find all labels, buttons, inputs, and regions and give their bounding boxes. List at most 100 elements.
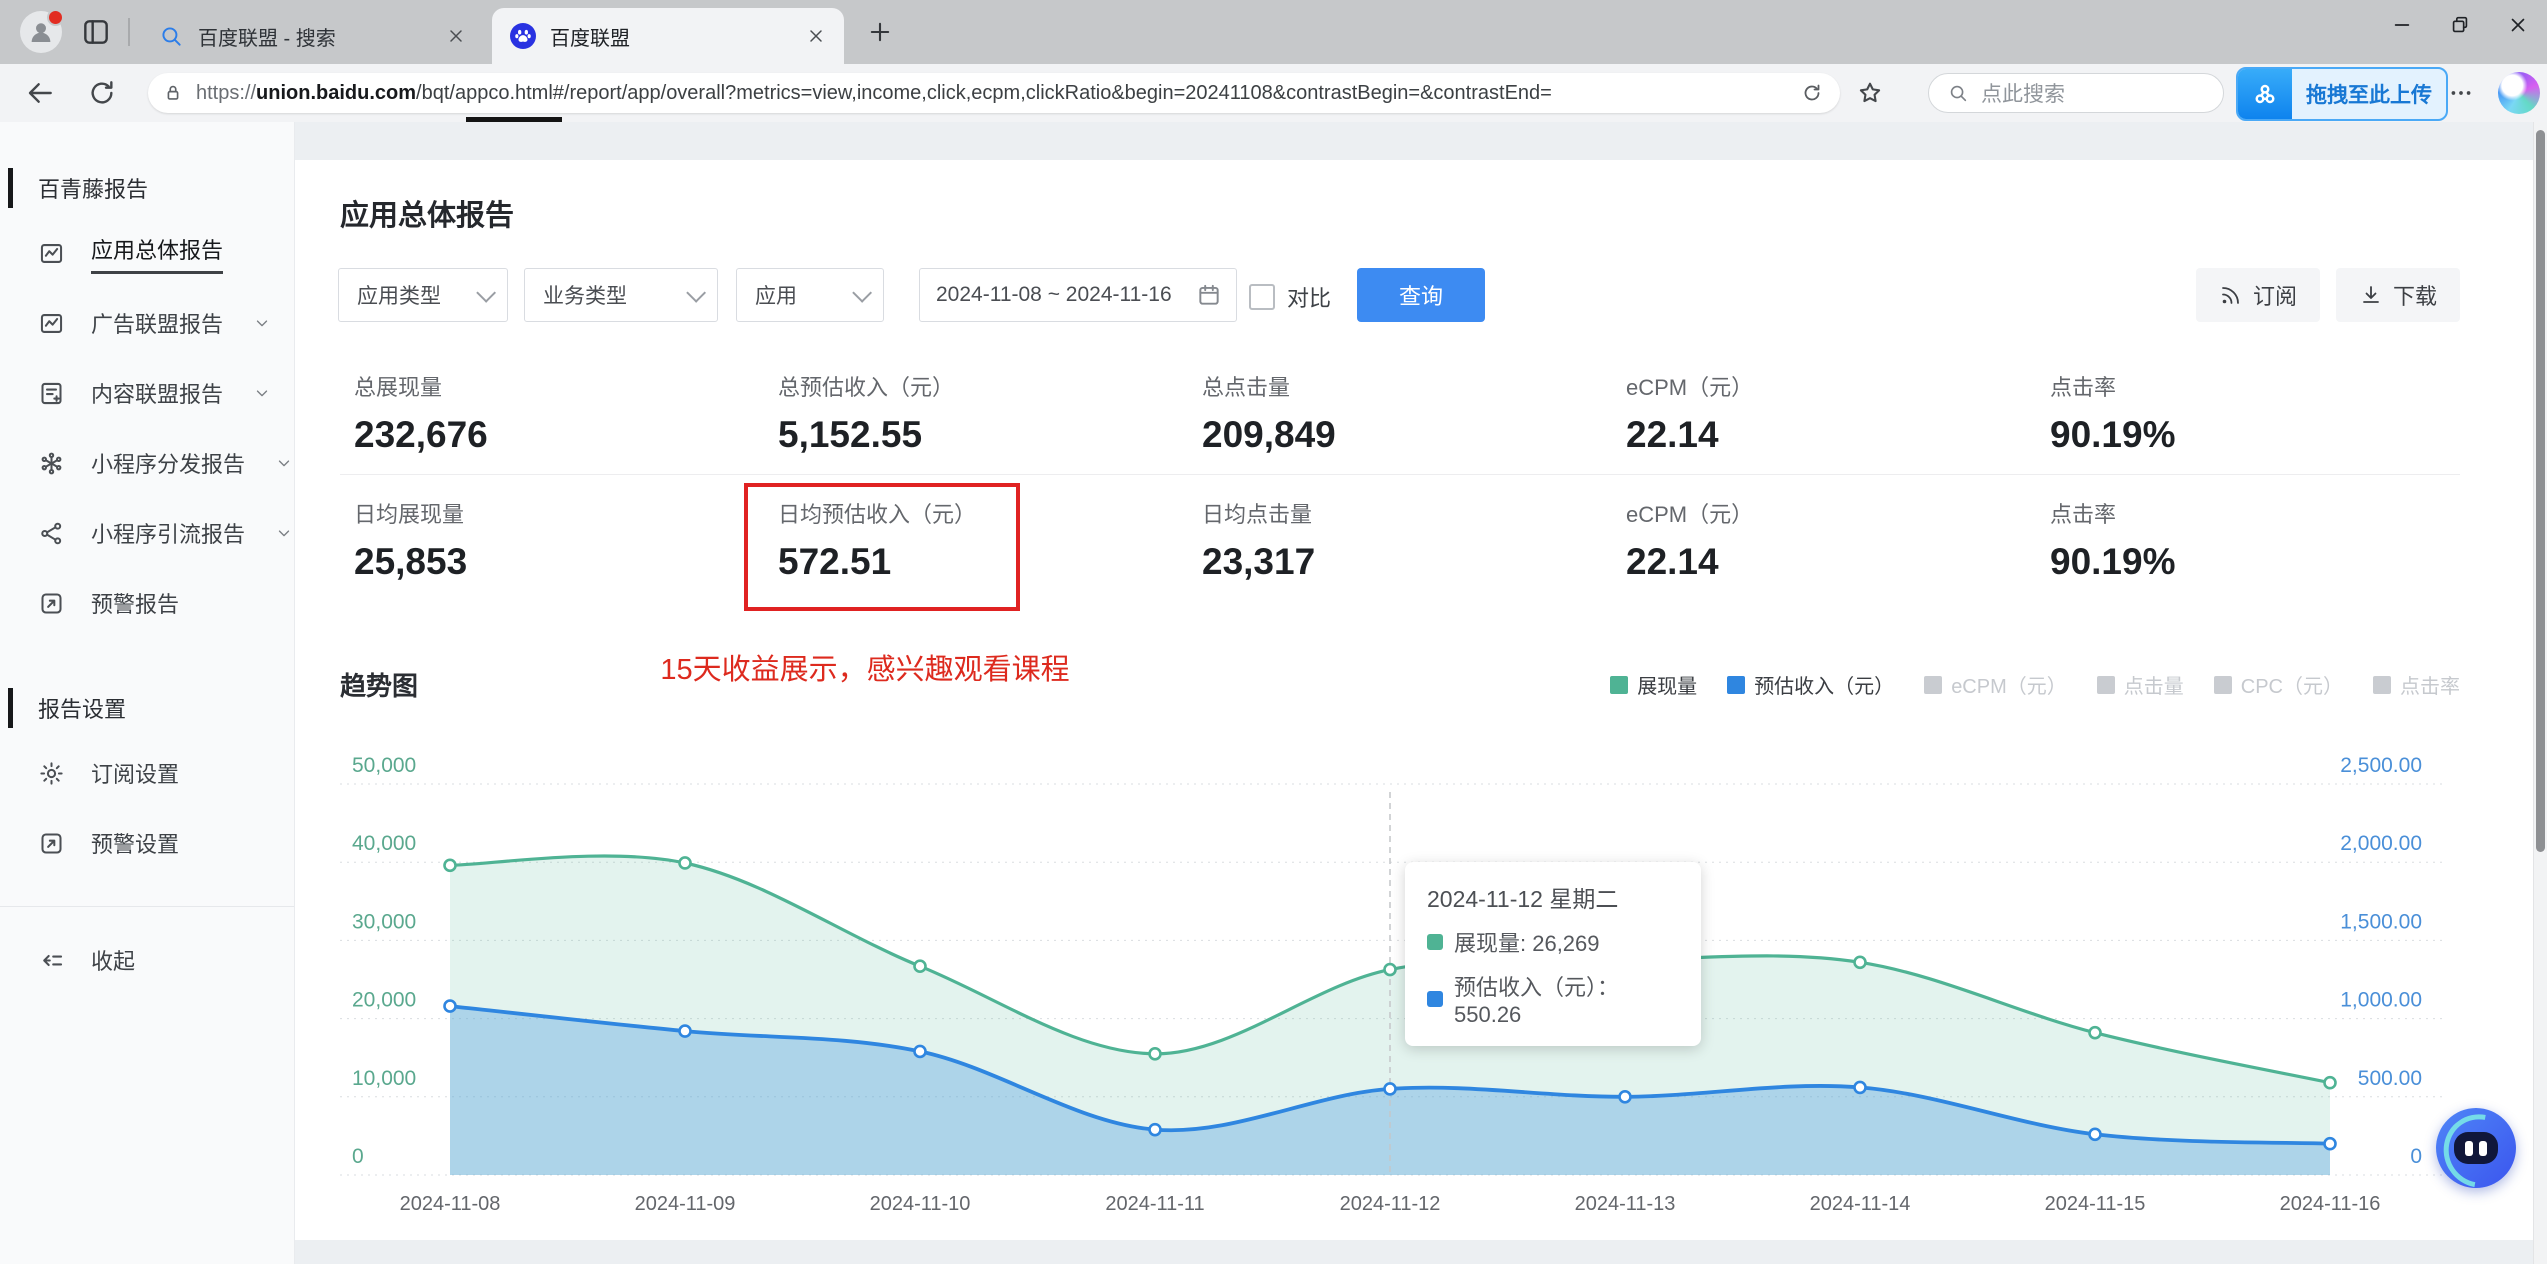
sidebar-item-subscription-settings[interactable]: 订阅设置 (0, 738, 294, 808)
compare-checkbox[interactable]: 对比 (1249, 281, 1331, 313)
copilot-icon[interactable] (2498, 72, 2540, 114)
gear-icon (40, 761, 63, 785)
sidebar-item-label: 内容联盟报告 (91, 382, 224, 407)
chart-tooltip: 2024-11-12 星期二 展现量: 26,269 预估收入（元）：550.26 (1405, 862, 1701, 1046)
stat-cell: 总展现量 232,676 (340, 370, 764, 456)
chevron-down-icon (256, 390, 268, 397)
tab-strip-divider (128, 18, 130, 46)
workspaces-icon[interactable] (80, 16, 112, 48)
close-window-button[interactable] (2489, 0, 2547, 50)
red-annotation-text: 15天收益展示，感兴趣观看课程 (660, 654, 1070, 686)
sidebar-item-ad-union-report[interactable]: 广告联盟报告 (0, 288, 294, 358)
sidebar-item-mini-program-distribution-report[interactable]: 小程序分发报告 (0, 428, 294, 498)
right-axis-tick: 2,000.00 (2340, 832, 2422, 855)
favorite-star-icon[interactable] (1856, 79, 1884, 107)
browser-menu-icon[interactable] (2448, 80, 2474, 106)
query-button[interactable]: 查询 (1357, 268, 1485, 322)
sidebar-item-label: 应用总体报告 (91, 233, 224, 274)
close-icon[interactable] (446, 26, 466, 46)
report-card: 应用总体报告 应用类型 业务类型 应用 2024-11-08 ~ 2024-11… (295, 160, 2533, 1240)
close-icon[interactable] (806, 26, 826, 46)
trend-chart[interactable]: 0 0 10,000 500.00 20,000 1,000.00 30,000 1,500.… (330, 740, 2470, 1240)
tooltip-swatch-icon (1427, 934, 1443, 950)
url-text: https://union.baidu.com/bqt/appco.html#/… (196, 81, 1552, 104)
netdisk-upload-button[interactable]: 拖拽至此上传 (2236, 67, 2448, 121)
data-point-marker (1383, 1082, 1397, 1096)
business-type-select[interactable]: 业务类型 (524, 268, 718, 322)
collapse-icon (43, 954, 63, 966)
stat-cell: 总点击量 209,849 (1188, 370, 1612, 456)
legend-item[interactable]: 预估收入（元） (1727, 670, 1894, 699)
tab-baidu-union[interactable]: 百度联盟 (492, 8, 844, 64)
chevron-down-icon (256, 320, 268, 327)
browser-search-box[interactable]: 点此搜索 (1928, 73, 2224, 113)
assistant-robot-button[interactable] (2436, 1108, 2516, 1188)
scrollbar-thumb[interactable] (2536, 130, 2545, 852)
profile-avatar[interactable] (20, 9, 64, 53)
data-point-marker (1148, 1046, 1162, 1061)
netdisk-upload-label: 拖拽至此上传 (2306, 84, 2432, 107)
stat-cell: eCPM（元） 22.14 (1612, 370, 2036, 456)
x-axis-label: 2024-11-15 (2045, 1193, 2146, 1215)
back-button[interactable] (24, 77, 56, 109)
robot-face-icon (2454, 1132, 2498, 1164)
sidebar-item-mini-program-referral-report[interactable]: 小程序引流报告 (0, 498, 294, 568)
stat-cell: 点击率 90.19% (2036, 370, 2460, 456)
refresh-button[interactable] (86, 77, 118, 109)
left-axis-tick: 50,000 (352, 754, 416, 777)
page-action-icon[interactable] (1800, 81, 1824, 105)
stat-value: 90.19% (2050, 414, 2176, 455)
stat-label: 日均展现量 (354, 502, 465, 527)
legend-label: eCPM（元） (1951, 676, 2067, 698)
legend-label: 点击率 (2400, 676, 2460, 698)
date-range-picker[interactable]: 2024-11-08 ~ 2024-11-16 (919, 268, 1237, 322)
legend-item[interactable]: 点击量 (2096, 670, 2184, 699)
page-scrollbar[interactable] (2533, 122, 2547, 1264)
stat-cell: eCPM（元） 22.14 (1612, 497, 2036, 583)
app-type-select[interactable]: 应用类型 (338, 268, 508, 322)
chart-title: 趋势图 (340, 671, 419, 701)
stat-value: 5,152.55 (778, 414, 923, 455)
legend-item[interactable]: eCPM（元） (1924, 670, 2067, 699)
x-axis-label: 2024-11-12 (1340, 1193, 1441, 1215)
restore-button[interactable] (2431, 0, 2489, 50)
data-point-marker (678, 1024, 692, 1038)
chart-canvas[interactable]: 0 0 10,000 500.00 20,000 1,000.00 30,000 1,500.… (330, 740, 2470, 1240)
left-axis-tick: 40,000 (352, 832, 416, 855)
app-select[interactable]: 应用 (736, 268, 884, 322)
checkbox-icon (1249, 284, 1275, 310)
stats-row: 日均展现量 25,853 日均预估收入（元） 572.51 日均点击量 23,317 eCP… (340, 474, 2460, 611)
sidebar: 百青藤报告应用总体报告广告联盟报告内容联盟报告小程序分发报告 小程序引流报告 预警报… (0, 122, 295, 1264)
tab-strip: 百度联盟 - 搜索 百度联盟 (0, 0, 2547, 64)
stat-label: 点击率 (2050, 375, 2117, 400)
minimize-button[interactable] (2373, 0, 2431, 50)
stat-cell: 日均展现量 25,853 (340, 497, 764, 583)
legend-item[interactable]: 点击率 (2373, 670, 2460, 699)
download-button[interactable]: 下载 (2336, 268, 2460, 322)
legend-item[interactable]: CPC（元） (2213, 670, 2343, 699)
data-point-marker (1853, 955, 1867, 970)
sidebar-section-header: 百青藤报告 (0, 168, 294, 208)
distribute-icon (41, 452, 62, 474)
calendar-icon (1199, 284, 1219, 305)
content-report-icon (41, 382, 62, 404)
right-axis-tick: 500.00 (2358, 1067, 2422, 1090)
alert-icon (41, 832, 62, 854)
data-point-marker (1148, 1122, 1162, 1137)
filter-bar: 应用类型 业务类型 应用 2024-11-08 ~ 2024-11-16 对比 … (295, 268, 2533, 324)
stat-cell: 点击率 90.19% (2036, 497, 2460, 583)
new-tab-button[interactable] (866, 18, 894, 46)
sidebar-item-alert-settings[interactable]: 预警设置 (0, 808, 294, 878)
subscribe-button[interactable]: 订阅 (2196, 268, 2320, 322)
sidebar-item-content-union-report[interactable]: 内容联盟报告 (0, 358, 294, 428)
alert-icon (41, 592, 62, 614)
url-bar[interactable]: https://union.baidu.com/bqt/appco.html#/… (148, 73, 1840, 113)
sidebar-item-app-overall-report[interactable]: 应用总体报告 (0, 218, 294, 288)
tab-baidu-union-search[interactable]: 百度联盟 - 搜索 (140, 8, 484, 64)
sidebar-item-alert-report[interactable]: 预警报告 (0, 568, 294, 638)
data-point-marker (678, 856, 692, 870)
legend-item[interactable]: 展现量 (1610, 670, 1697, 699)
stat-value: 209,849 (1202, 414, 1336, 455)
sidebar-collapse-button[interactable]: 收起 (0, 925, 294, 995)
download-icon (2363, 286, 2379, 303)
